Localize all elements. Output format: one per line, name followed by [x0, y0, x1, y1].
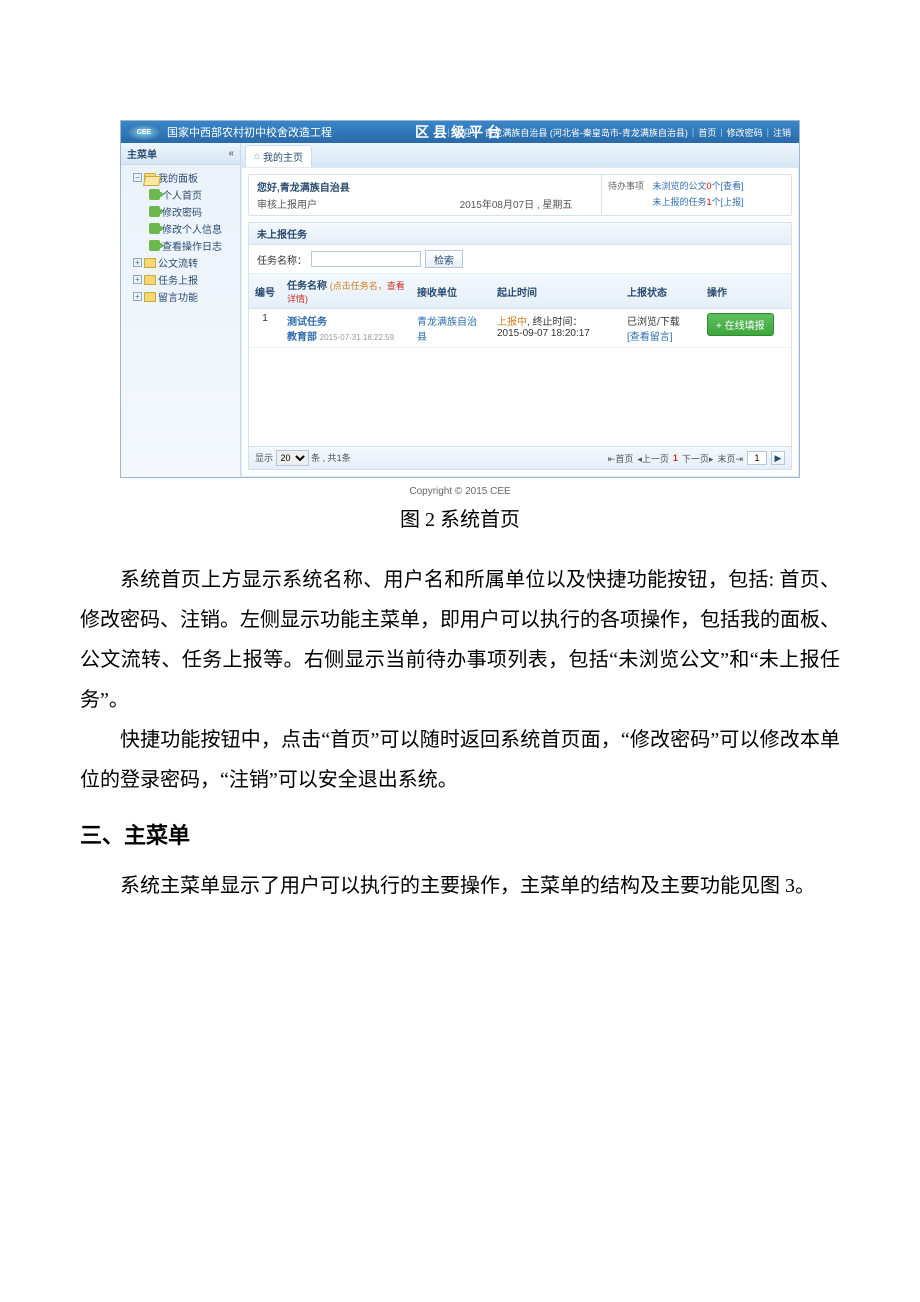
tree-change-password[interactable]: 修改密码 — [123, 203, 238, 220]
puzzle-icon — [149, 189, 160, 200]
tree-message[interactable]: + 留言功能 — [123, 288, 238, 305]
col-action: 操作 — [701, 274, 791, 309]
system-name: 国家中西部农村初中校舍改造工程 — [167, 124, 332, 140]
folder-icon — [144, 258, 156, 268]
pager-next[interactable]: 下一页▸ — [682, 452, 714, 465]
greeting-hello: 您好, — [257, 183, 280, 194]
col-deadline: 起止时间 — [491, 274, 621, 309]
home-icon: ⌂ — [254, 151, 260, 162]
greeting-date: 2015年08月07日 , 星期五 — [431, 175, 601, 215]
task-search-label: 任务名称： — [257, 252, 307, 267]
folder-icon — [144, 275, 156, 285]
table-row: 1 测试任务 教育部 2015-07-31 18:22:59 青龙满族自治县 — [249, 309, 791, 348]
copyright: Copyright © 2015 CEE — [80, 486, 840, 497]
tree-task-report[interactable]: + 任务上报 — [123, 271, 238, 288]
pager-go-button[interactable]: ▶ — [771, 451, 785, 465]
platform-title: 区县级平台 — [415, 122, 505, 142]
tree-doc-flow[interactable]: + 公文流转 — [123, 254, 238, 271]
system-home-screenshot: CEE 国家中西部农村初中校舍改造工程 区县级平台 | 欢迎： 青龙满族自治县 … — [120, 120, 800, 478]
col-status: 上报状态 — [621, 274, 701, 309]
nav-home-link[interactable]: 首页 — [698, 126, 716, 139]
folder-open-icon — [144, 173, 156, 183]
task-table: 编号 任务名称 (点击任务名，查看详情) 接收单位 起止时间 上报状态 操作 — [249, 274, 791, 348]
welcome-user: 青龙满族自治县 (河北省-秦皇岛市-青龙满族自治县) — [484, 126, 688, 139]
pager-prev[interactable]: ◂上一页 — [637, 452, 669, 465]
sidebar-collapse-icon[interactable]: « — [228, 148, 234, 159]
cell-receiver: 青龙满族自治县 — [411, 309, 491, 348]
task-panel-title: 未上报任务 — [249, 223, 791, 245]
body-paragraph-2: 快捷功能按钮中，点击“首页”可以随时返回系统首页面，“修改密码”可以修改本单位的… — [80, 720, 840, 800]
tab-my-home[interactable]: ⌂ 我的主页 — [245, 145, 312, 167]
body-paragraph-1: 系统首页上方显示系统名称、用户名和所属单位以及快捷功能按钮，包括: 首页、修改密… — [80, 560, 840, 720]
tree-edit-personal-info[interactable]: 修改个人信息 — [123, 220, 238, 237]
folder-icon — [144, 292, 156, 302]
tab-bar: ⌂ 我的主页 — [241, 143, 799, 168]
sidebar: 主菜单 « − 我的面板 个人首页 修改密码 — [121, 143, 241, 477]
tree-toggle-icon[interactable]: + — [133, 275, 142, 284]
sidebar-title: 主菜单 — [127, 146, 157, 161]
greeting-username: 青龙满族自治县 — [280, 183, 350, 194]
cell-deadline: 上报中, 终止时间： 2015-09-07 18:20:17 — [491, 309, 621, 348]
todo-label: 待办事项 — [608, 179, 644, 192]
pager-last[interactable]: 末页⇥ — [717, 452, 743, 465]
cell-task-name[interactable]: 测试任务 教育部 2015-07-31 18:22:59 — [281, 309, 411, 348]
tree-toggle-icon[interactable]: + — [133, 258, 142, 267]
todo-panel: 待办事项 未浏览的公文0个[查看] 待办事项 未上报的任务1个[上报] — [601, 175, 791, 215]
nav-changepw-link[interactable]: 修改密码 — [727, 126, 763, 139]
report-task-link[interactable]: [上报] — [721, 197, 744, 207]
nav-logout-link[interactable]: 注销 — [773, 126, 791, 139]
body-paragraph-3: 系统主菜单显示了用户可以执行的主要操作，主菜单的结构及主要功能见图 3。 — [80, 866, 840, 906]
task-search-row: 任务名称： 检索 — [249, 245, 791, 274]
online-fill-button[interactable]: + 在线填报 — [707, 313, 774, 336]
greeting-role: 审核上报用户 — [257, 196, 423, 211]
col-no: 编号 — [249, 274, 281, 309]
cell-action: + 在线填报 — [701, 309, 791, 348]
tree-toggle-icon[interactable]: − — [133, 173, 142, 182]
pager-current: 1 — [673, 453, 678, 463]
view-unread-doc-link[interactable]: [查看] — [721, 181, 744, 191]
content-area: ⌂ 我的主页 您好,青龙满族自治县 审核上报用户 — [241, 143, 799, 477]
puzzle-icon — [149, 223, 160, 234]
cell-status: 已浏览/下载 [查看留言] — [621, 309, 701, 348]
figure-caption: 图 2 系统首页 — [80, 503, 840, 532]
logo: CEE — [127, 124, 161, 140]
sidebar-header: 主菜单 « — [121, 143, 240, 165]
search-button[interactable]: 检索 — [425, 250, 463, 268]
col-task-name: 任务名称 (点击任务名，查看详情) — [281, 274, 411, 309]
tree-toggle-icon[interactable]: + — [133, 292, 142, 301]
puzzle-icon — [149, 206, 160, 217]
puzzle-icon — [149, 240, 160, 251]
task-name-input[interactable] — [311, 251, 421, 267]
col-receiver: 接收单位 — [411, 274, 491, 309]
view-message-link[interactable]: [查看留言] — [627, 328, 695, 343]
greeting-panel: 您好,青龙满族自治县 审核上报用户 2015年08月07日 , 星期五 待办事项 — [248, 174, 792, 216]
unreported-task-panel: 未上报任务 任务名称： 检索 编号 — [248, 222, 792, 470]
cell-no: 1 — [249, 309, 281, 348]
tree-view-log[interactable]: 查看操作日志 — [123, 237, 238, 254]
pager-bar: 显示 20 条 , 共1条 ⇤首页 ◂上一页 1 下一页▸ 末页⇥ — [249, 446, 791, 469]
pager-first[interactable]: ⇤首页 — [608, 452, 634, 465]
tree-personal-home[interactable]: 个人首页 — [123, 186, 238, 203]
tree-my-panel[interactable]: − 我的面板 — [123, 169, 238, 186]
sidebar-tree: − 我的面板 个人首页 修改密码 修改个人信息 — [121, 165, 240, 309]
pager-goto-input[interactable] — [747, 451, 767, 465]
heading-main-menu: 三、主菜单 — [80, 818, 840, 850]
page-size-select[interactable]: 20 — [276, 450, 309, 466]
top-banner: CEE 国家中西部农村初中校舍改造工程 区县级平台 | 欢迎： 青龙满族自治县 … — [121, 121, 799, 143]
